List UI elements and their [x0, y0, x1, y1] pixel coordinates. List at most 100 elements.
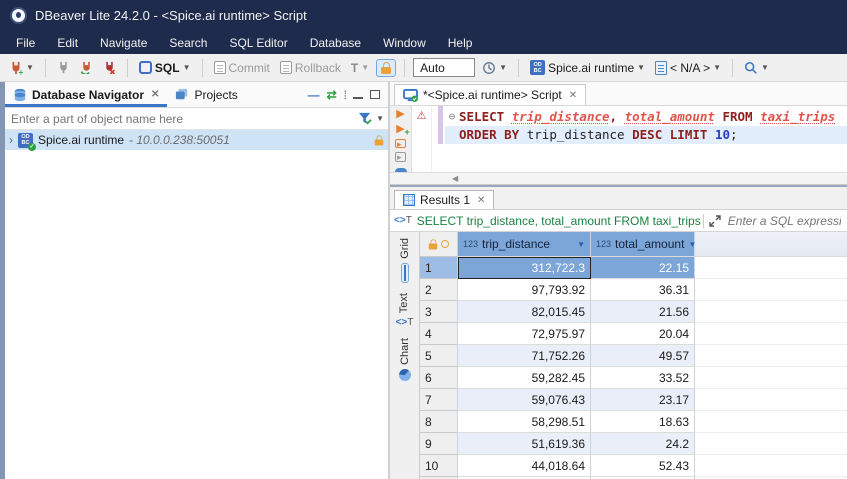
reconnect-button[interactable] — [77, 59, 96, 76]
table-row[interactable]: 382,015.4521.56 — [420, 301, 847, 323]
active-schema-selector[interactable]: < N/A > ▼ — [652, 59, 724, 77]
active-connection-selector[interactable]: ODBC Spice.ai runtime ▼ — [527, 58, 648, 77]
fold-collapse-icon[interactable]: ⊖ — [445, 108, 459, 126]
cell-total-amount[interactable]: 18.63 — [591, 411, 695, 433]
tab-sql-script[interactable]: *<Spice.ai runtime> Script ✕ — [394, 84, 586, 105]
row-number[interactable]: 6 — [420, 367, 458, 389]
view-menu-icon[interactable]: ⁞ — [344, 88, 346, 102]
row-number[interactable]: 2 — [420, 279, 458, 301]
cell-total-amount[interactable]: 20.04 — [591, 323, 695, 345]
cell-total-amount[interactable]: 21.56 — [591, 301, 695, 323]
auto-commit-combo[interactable]: Auto — [413, 58, 475, 77]
maximize-icon[interactable] — [370, 90, 380, 99]
execute-script-icon[interactable] — [395, 139, 406, 148]
commit-button[interactable]: Commit — [211, 59, 273, 77]
table-row[interactable]: 571,752.2649.57 — [420, 345, 847, 367]
cell-total-amount[interactable]: 23.17 — [591, 389, 695, 411]
execute-statement-icon[interactable]: ▶ — [396, 109, 404, 120]
row-number[interactable]: 3 — [420, 301, 458, 323]
cell-trip-distance[interactable]: 312,722.3 — [458, 257, 591, 279]
table-row[interactable]: 951,619.3624.2 — [420, 433, 847, 455]
editor-horizontal-scrollbar[interactable]: ◀ — [390, 172, 847, 185]
cell-total-amount[interactable]: 33.52 — [591, 367, 695, 389]
sql-code-area[interactable]: ⊖ SELECT trip_distance, total_amount FRO… — [445, 106, 847, 172]
tab-database-navigator[interactable]: Database Navigator ✕ — [5, 82, 167, 107]
cell-trip-distance[interactable]: 82,015.45 — [458, 301, 591, 323]
table-row[interactable]: 472,975.9720.04 — [420, 323, 847, 345]
close-icon[interactable]: ✕ — [477, 195, 485, 206]
menu-help[interactable]: Help — [438, 34, 483, 52]
menu-database[interactable]: Database — [300, 34, 371, 52]
view-tab-chart[interactable]: Chart — [399, 338, 411, 381]
expand-panel-icon[interactable] — [709, 215, 721, 227]
sql-identifier: trip_distance — [512, 108, 610, 126]
close-icon[interactable]: ✕ — [151, 89, 159, 100]
cell-total-amount[interactable]: 49.57 — [591, 345, 695, 367]
table-row[interactable]: 659,282.4533.52 — [420, 367, 847, 389]
transaction-log-button[interactable]: ▼ — [479, 59, 510, 77]
chevron-right-icon[interactable]: › — [9, 133, 13, 147]
cell-trip-distance[interactable]: 97,793.92 — [458, 279, 591, 301]
grid-corner-cell[interactable] — [420, 232, 458, 257]
column-header-total-amount[interactable]: 123 total_amount ▼ — [591, 232, 695, 257]
cell-trip-distance[interactable]: 59,282.45 — [458, 367, 591, 389]
new-connection-button[interactable]: + ▼ — [6, 59, 37, 77]
sort-arrow-icon[interactable]: ▼ — [577, 240, 585, 249]
menu-file[interactable]: File — [6, 34, 45, 52]
row-number[interactable]: 1 — [420, 257, 458, 279]
cell-trip-distance[interactable]: 51,619.36 — [458, 433, 591, 455]
cell-total-amount[interactable]: 36.31 — [591, 279, 695, 301]
row-number[interactable]: 4 — [420, 323, 458, 345]
tab-label: Grid — [399, 238, 411, 259]
sql-editor-button[interactable]: SQL ▼ — [136, 59, 194, 77]
connection-lock-toggle[interactable] — [376, 59, 396, 77]
search-button[interactable]: ▼ — [741, 59, 772, 77]
menu-navigate[interactable]: Navigate — [90, 34, 157, 52]
table-row[interactable]: 297,793.9236.31 — [420, 279, 847, 301]
sql-expression-input[interactable] — [726, 213, 843, 229]
tab-projects[interactable]: Projects — [167, 82, 245, 107]
row-number[interactable]: 5 — [420, 345, 458, 367]
cell-trip-distance[interactable]: 72,975.97 — [458, 323, 591, 345]
table-row[interactable]: 1044,018.6452.43 — [420, 455, 847, 477]
cell-trip-distance[interactable]: 71,752.26 — [458, 345, 591, 367]
row-number[interactable]: 10 — [420, 455, 458, 477]
link-with-editor-icon[interactable]: ⇄ — [327, 88, 337, 102]
close-icon[interactable]: ✕ — [569, 90, 577, 101]
cell-trip-distance[interactable]: 58,298.51 — [458, 411, 591, 433]
view-tab-grid[interactable]: Grid — [399, 238, 411, 283]
table-row[interactable]: 1312,722.322.15 — [420, 257, 847, 279]
minimize-icon[interactable] — [353, 96, 363, 99]
menu-sql-editor[interactable]: SQL Editor — [219, 34, 297, 52]
collapse-all-icon[interactable]: — — [308, 88, 320, 102]
table-row[interactable]: 759,076.4323.17 — [420, 389, 847, 411]
connection-tree-item[interactable]: › ODBC Spice.ai runtime - 10.0.0.238:500… — [5, 130, 388, 150]
chevron-down-icon[interactable]: ▼ — [376, 115, 384, 123]
cell-trip-distance[interactable]: 44,018.64 — [458, 455, 591, 477]
row-number[interactable]: 7 — [420, 389, 458, 411]
disconnect-button[interactable] — [100, 59, 119, 76]
cell-total-amount[interactable]: 52.43 — [591, 455, 695, 477]
menu-search[interactable]: Search — [159, 34, 217, 52]
filter-icon[interactable] — [358, 112, 372, 125]
row-number[interactable]: 9 — [420, 433, 458, 455]
connect-button[interactable] — [54, 59, 73, 76]
explain-plan-icon[interactable] — [395, 152, 406, 161]
column-header-trip-distance[interactable]: 123 trip_distance ▼ — [458, 232, 591, 257]
code-line-2[interactable]: ORDER BY trip_distance DESC LIMIT 10; — [445, 126, 847, 144]
table-row[interactable]: 858,298.5118.63 — [420, 411, 847, 433]
menu-edit[interactable]: Edit — [47, 34, 88, 52]
transaction-mode-button[interactable]: T ▼ — [348, 59, 372, 77]
object-filter-input[interactable] — [9, 111, 354, 127]
view-tab-text[interactable]: Text <>T — [396, 293, 414, 328]
cell-total-amount[interactable]: 24.2 — [591, 433, 695, 455]
grid-header-row: 123 trip_distance ▼ 123 total_amount ▼ — [420, 232, 847, 257]
execute-new-tab-icon[interactable]: ▶ — [396, 124, 404, 135]
tab-results-1[interactable]: Results 1 ✕ — [394, 190, 494, 209]
rollback-button[interactable]: Rollback — [277, 59, 344, 77]
cell-total-amount[interactable]: 22.15 — [591, 257, 695, 279]
menu-window[interactable]: Window — [373, 34, 436, 52]
row-number[interactable]: 8 — [420, 411, 458, 433]
code-line-1[interactable]: ⊖ SELECT trip_distance, total_amount FRO… — [445, 108, 847, 126]
cell-trip-distance[interactable]: 59,076.43 — [458, 389, 591, 411]
